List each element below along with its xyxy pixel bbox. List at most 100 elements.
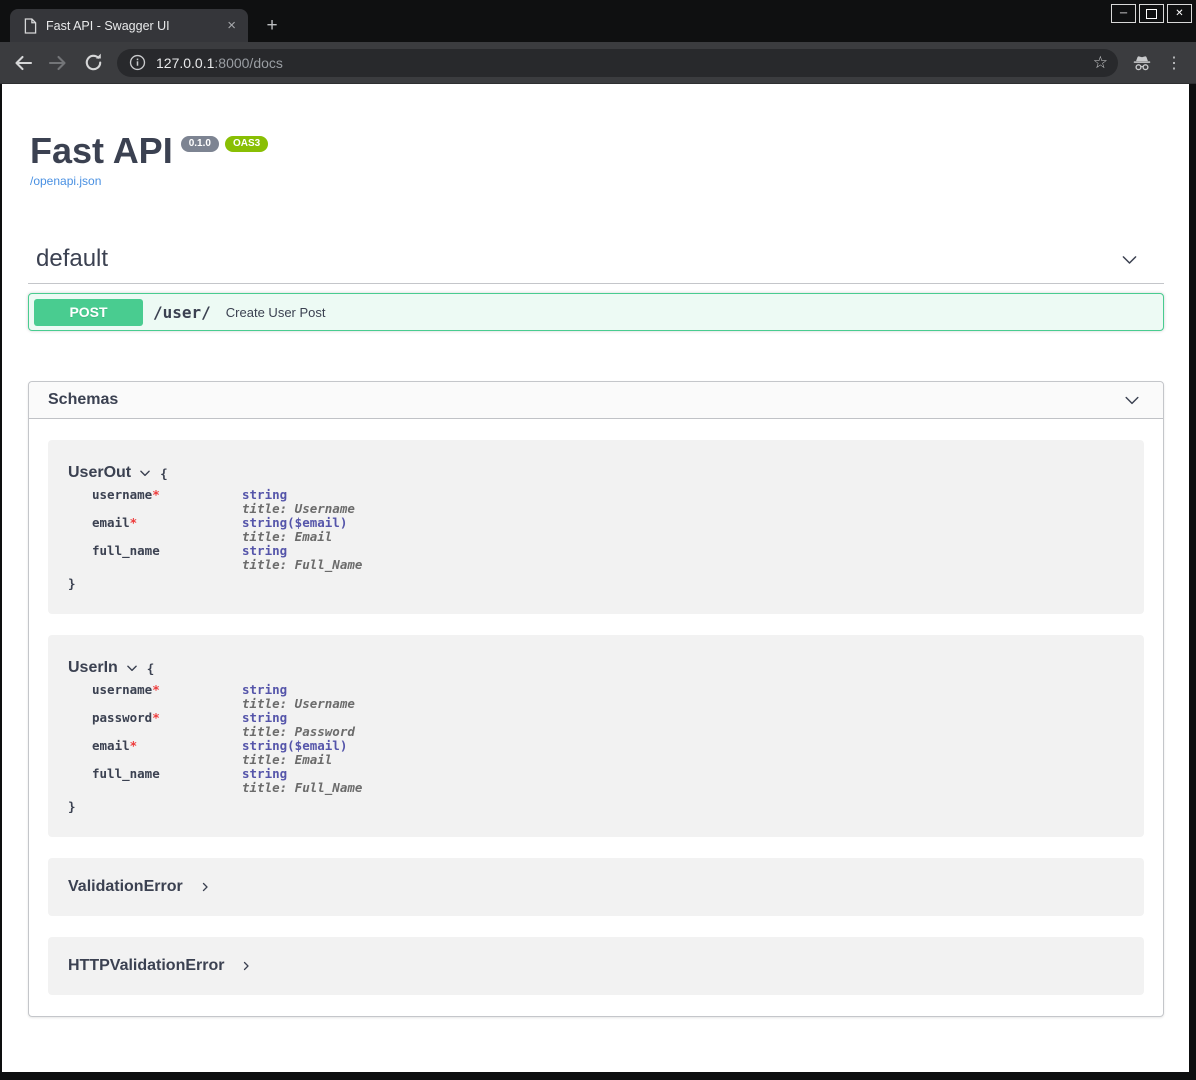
property-detail: stringtitle: Password (242, 711, 355, 739)
model-title-row[interactable]: ValidationError (68, 878, 1124, 896)
minimize-icon: ─ (1120, 9, 1127, 19)
property-name: full_name (92, 767, 242, 795)
property-name-text: username (92, 487, 152, 502)
reload-button[interactable] (80, 50, 106, 76)
tab-title: Fast API - Swagger UI (46, 19, 225, 33)
forward-button[interactable] (45, 50, 71, 76)
property-name: full_name (92, 544, 242, 572)
property-row: full_name stringtitle: Full_Name (92, 767, 1124, 795)
model-properties: username*stringtitle: Usernamepassword*s… (92, 683, 1124, 795)
method-badge: POST (34, 299, 143, 326)
required-star: * (152, 682, 160, 697)
browser-toolbar: 127.0.0.1:8000/docs ☆ ⋮ (0, 42, 1196, 84)
property-type: string (242, 544, 362, 558)
window-controls: ─ ✕ (1111, 4, 1192, 23)
url-path: :8000/docs (214, 55, 283, 71)
chevron-right-icon[interactable] (199, 881, 211, 893)
opblock-post-user[interactable]: POST /user/ Create User Post (28, 293, 1164, 331)
property-detail: string($email)title: Email (242, 516, 347, 544)
model-userout: UserOut{username*stringtitle: Usernameem… (48, 440, 1144, 614)
minimize-button[interactable]: ─ (1111, 4, 1136, 23)
chevron-down-icon[interactable] (125, 661, 139, 675)
open-brace: { (147, 661, 155, 676)
site-info-icon[interactable] (129, 54, 146, 71)
property-title: title: Full_Name (242, 558, 362, 572)
open-brace: { (160, 466, 168, 481)
model-httpvalidationerror[interactable]: HTTPValidationError (48, 937, 1144, 995)
page-favicon-icon (24, 18, 37, 34)
property-name-text: password (92, 710, 152, 725)
model-properties: username*stringtitle: Usernameemail*stri… (92, 488, 1124, 572)
property-type: string (242, 711, 355, 725)
maximize-icon (1146, 9, 1157, 19)
tag-section-default[interactable]: default (28, 245, 1164, 284)
property-title: title: Password (242, 725, 355, 739)
property-row: username*stringtitle: Username (92, 488, 1124, 516)
chevron-right-icon[interactable] (240, 960, 252, 972)
property-type: string (242, 683, 355, 697)
openapi-spec-link[interactable]: /openapi.json (30, 174, 101, 188)
schemas-header[interactable]: Schemas (29, 382, 1163, 419)
property-title: title: Email (242, 753, 347, 767)
required-star: * (152, 710, 160, 725)
property-name: email* (92, 516, 242, 544)
property-name-text: username (92, 682, 152, 697)
url-host: 127.0.0.1 (156, 55, 214, 71)
bookmark-star-icon[interactable]: ☆ (1093, 54, 1108, 71)
browser-menu-icon[interactable]: ⋮ (1164, 53, 1184, 73)
model-title-row[interactable]: HTTPValidationError (68, 957, 1124, 975)
maximize-button[interactable] (1139, 4, 1164, 23)
property-type: string($email) (242, 516, 347, 530)
property-name: email* (92, 739, 242, 767)
required-star: * (130, 738, 138, 753)
window-frame: Fast API 0.1.0 OAS3 /openapi.json defaul… (0, 84, 1196, 1080)
model-name[interactable]: UserIn (68, 659, 118, 677)
model-userin: UserIn{username*stringtitle: Usernamepas… (48, 635, 1144, 837)
page-viewport: Fast API 0.1.0 OAS3 /openapi.json defaul… (2, 84, 1189, 1072)
tab-close-icon[interactable]: × (225, 18, 238, 33)
property-name-text: full_name (92, 766, 160, 781)
url-bar[interactable]: 127.0.0.1:8000/docs ☆ (117, 49, 1118, 77)
property-title: title: Full_Name (242, 781, 362, 795)
required-star: * (130, 515, 138, 530)
close-brace: } (68, 576, 1124, 592)
oas3-badge: OAS3 (225, 136, 268, 152)
chevron-down-icon[interactable] (138, 466, 152, 480)
schemas-title: Schemas (48, 391, 118, 409)
property-name: username* (92, 683, 242, 711)
property-name-text: email (92, 738, 130, 753)
property-row: password*stringtitle: Password (92, 711, 1124, 739)
model-name[interactable]: UserOut (68, 464, 131, 482)
page-title: Fast API (30, 133, 173, 168)
chevron-down-icon[interactable] (1122, 390, 1142, 410)
new-tab-button[interactable]: + (258, 12, 286, 40)
model-validationerror[interactable]: ValidationError (48, 858, 1144, 916)
property-name-text: full_name (92, 543, 160, 558)
property-name: password* (92, 711, 242, 739)
chevron-down-icon[interactable] (1119, 249, 1140, 270)
property-title: title: Email (242, 530, 347, 544)
back-button[interactable] (10, 50, 36, 76)
model-name[interactable]: ValidationError (68, 878, 183, 896)
property-detail: string($email)title: Email (242, 739, 347, 767)
model-name[interactable]: HTTPValidationError (68, 957, 224, 975)
browser-tab[interactable]: Fast API - Swagger UI × (10, 9, 248, 42)
model-title-row[interactable]: UserOut { (68, 464, 1124, 482)
property-title: title: Username (242, 697, 355, 711)
property-row: username*stringtitle: Username (92, 683, 1124, 711)
operation-summary: Create User Post (226, 305, 326, 320)
close-icon: ✕ (1175, 9, 1183, 19)
property-detail: stringtitle: Full_Name (242, 767, 362, 795)
close-button[interactable]: ✕ (1167, 4, 1192, 23)
browser-window: Fast API - Swagger UI × + ─ ✕ 127.0.0.1:… (0, 0, 1196, 1080)
tag-name: default (36, 245, 108, 273)
url-text[interactable]: 127.0.0.1:8000/docs (156, 55, 1093, 71)
property-type: string($email) (242, 739, 347, 753)
required-star: * (152, 487, 160, 502)
incognito-icon (1128, 49, 1156, 77)
model-title-row[interactable]: UserIn { (68, 659, 1124, 677)
property-title: title: Username (242, 502, 355, 516)
property-type: string (242, 767, 362, 781)
property-detail: stringtitle: Username (242, 683, 355, 711)
schemas-list: UserOut{username*stringtitle: Usernameem… (29, 419, 1163, 1016)
